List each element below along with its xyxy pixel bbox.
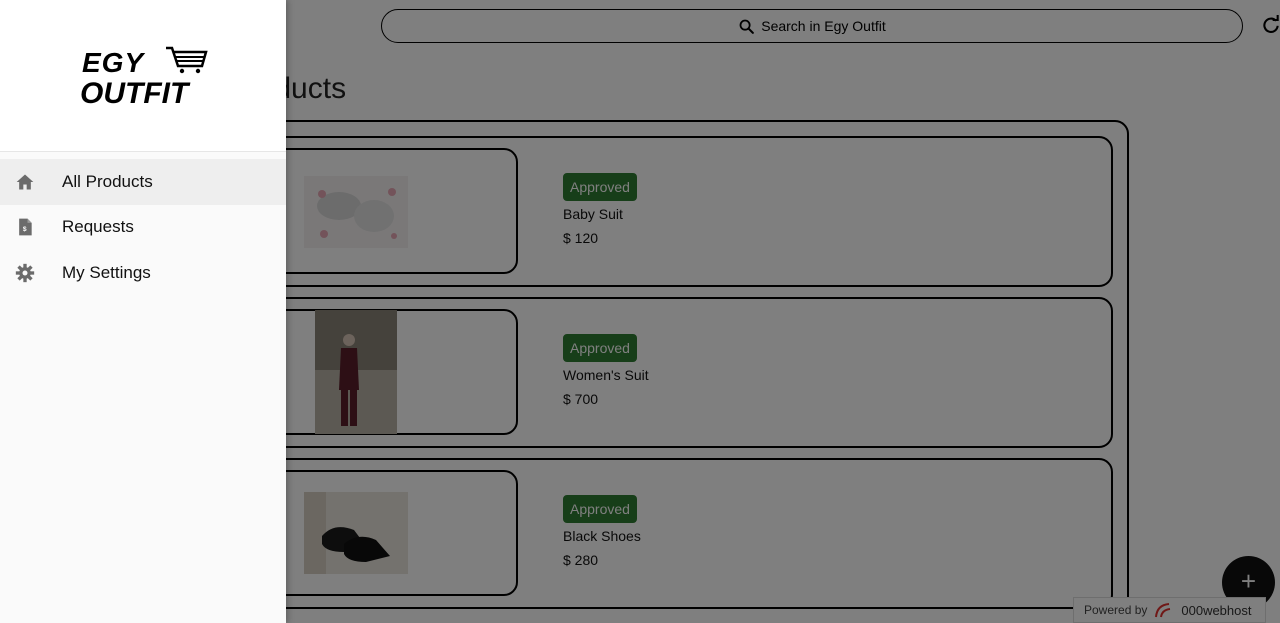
nav-item-all-products[interactable]: All Products bbox=[0, 159, 286, 205]
svg-text:EGY: EGY bbox=[82, 47, 145, 78]
nav-drawer: EGY OUTFIT All Products $ Requests My Se… bbox=[0, 0, 286, 623]
svg-text:$: $ bbox=[23, 226, 27, 233]
nav-item-label: My Settings bbox=[62, 263, 151, 282]
document-icon: $ bbox=[19, 218, 32, 236]
nav-item-label: Requests bbox=[62, 217, 134, 236]
egy-outfit-logo: EGY OUTFIT bbox=[80, 46, 208, 106]
gear-icon bbox=[15, 263, 35, 283]
drawer-header: EGY OUTFIT bbox=[0, 0, 286, 152]
nav-item-requests[interactable]: $ Requests bbox=[0, 204, 286, 250]
nav-item-label: All Products bbox=[62, 172, 153, 191]
home-icon bbox=[16, 174, 34, 190]
nav-item-my-settings[interactable]: My Settings bbox=[0, 250, 286, 296]
svg-text:OUTFIT: OUTFIT bbox=[80, 77, 191, 106]
